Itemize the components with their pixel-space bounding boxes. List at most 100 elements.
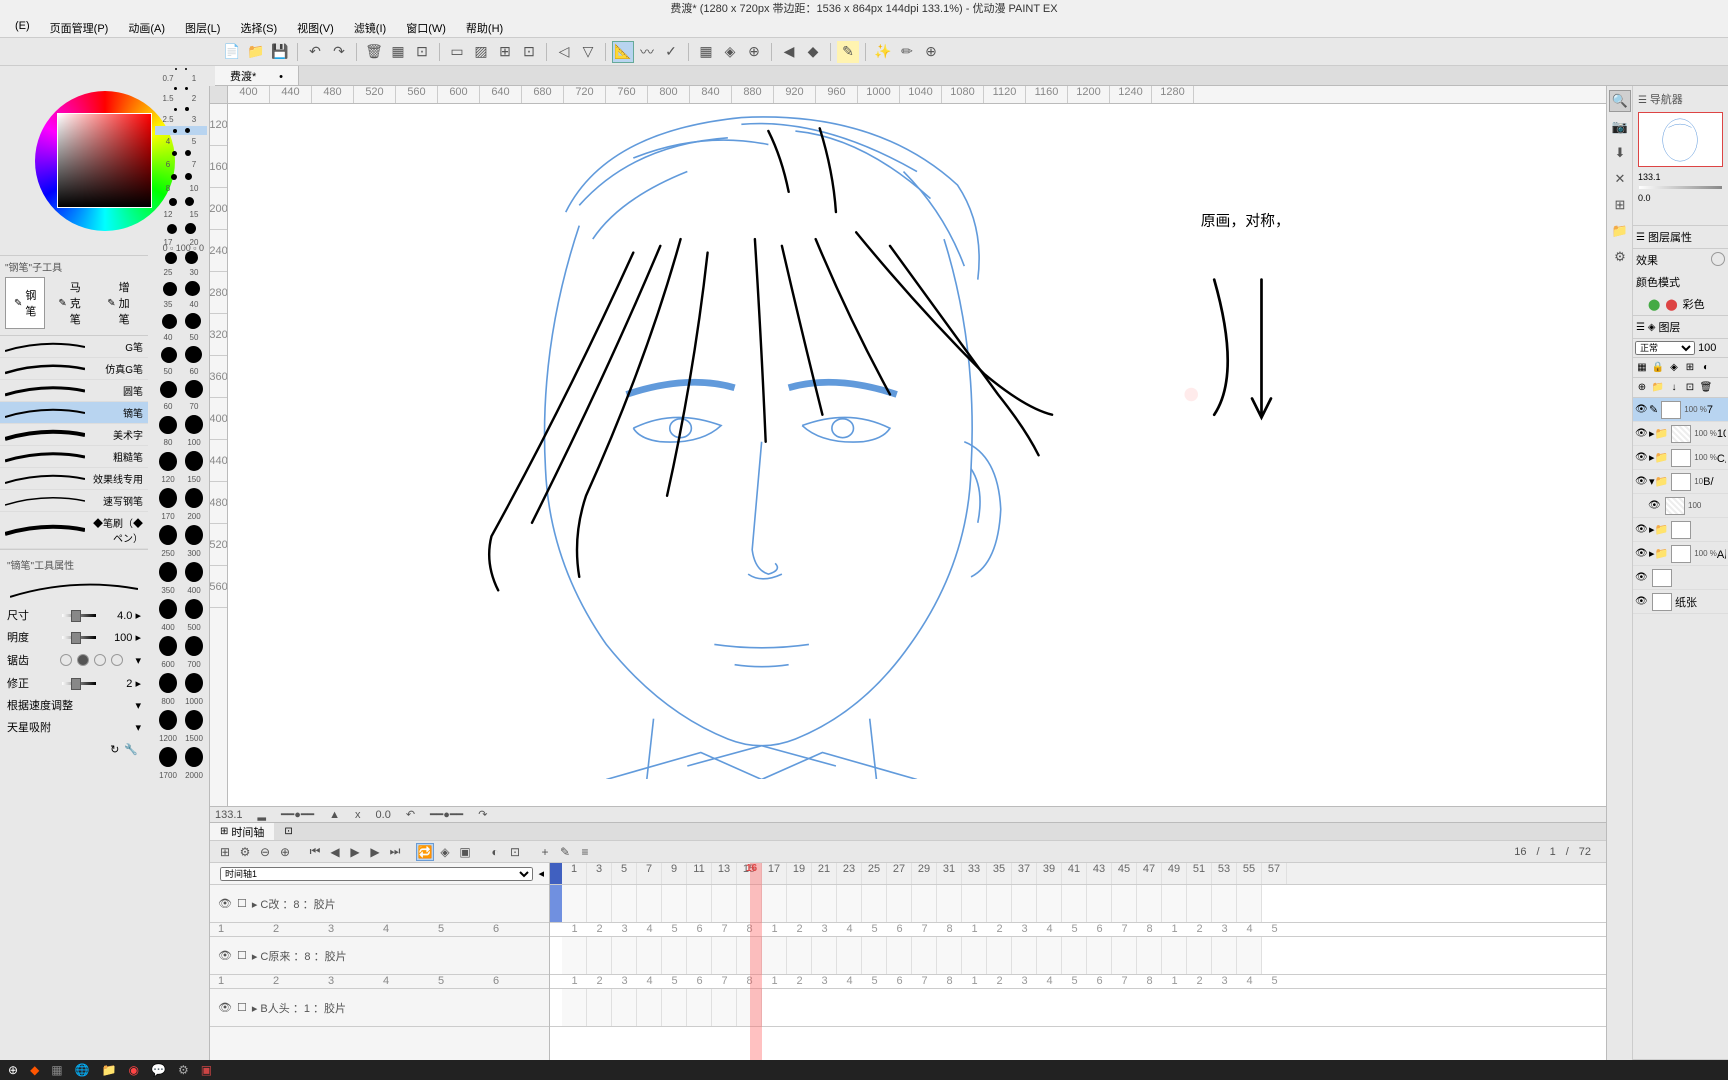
size-row[interactable] xyxy=(155,449,207,473)
brush-item[interactable]: 美术字 xyxy=(0,424,148,446)
edit-icon[interactable]: ✎ xyxy=(1649,403,1658,416)
zoom-in-icon[interactable]: ▲ xyxy=(329,809,340,821)
menu-view[interactable]: 视图(V) xyxy=(287,18,344,37)
settings-icon[interactable]: ⚙ xyxy=(1609,246,1631,268)
taskbar-app-icon[interactable]: ◉ xyxy=(129,1063,139,1077)
snap-curve-icon[interactable]: 〰 xyxy=(636,41,658,63)
pen-icon[interactable]: ✏ xyxy=(896,41,918,63)
collapse-icon[interactable]: ◂ xyxy=(538,867,544,880)
select-invert-icon[interactable]: ▨ xyxy=(470,41,492,63)
brush-item[interactable]: G笔 xyxy=(0,336,148,358)
menu-edit[interactable]: (E) xyxy=(5,18,40,37)
new-file-icon[interactable]: 📄 xyxy=(221,41,243,63)
zoom-in-icon[interactable]: ⊕ xyxy=(276,843,294,861)
blend-mode-select[interactable]: 正常 xyxy=(1635,341,1695,355)
visibility-icon[interactable]: 👁 xyxy=(1635,572,1649,583)
track-checkbox[interactable]: ☐ xyxy=(237,949,247,962)
rotate-right-icon[interactable]: ↷ xyxy=(478,808,487,821)
size-row[interactable] xyxy=(155,311,207,331)
brush-item[interactable]: 速写钢笔 xyxy=(0,490,148,512)
layer-item[interactable]: 👁 纸张 xyxy=(1633,590,1728,614)
transfer-icon[interactable]: ↓ xyxy=(1666,379,1682,395)
layer-item[interactable]: 👁 ▸📁 100 % C原来 xyxy=(1633,446,1728,470)
download-icon[interactable]: ⬇ xyxy=(1609,142,1631,164)
layer-item[interactable]: 👁 100 xyxy=(1633,494,1728,518)
layer-item[interactable]: 👁 ▸📁 100 % A原来 xyxy=(1633,542,1728,566)
onion-icon[interactable]: ◐ xyxy=(486,843,504,861)
reset-icon[interactable]: ↻ xyxy=(110,743,119,756)
frame-ruler[interactable]: 1357911131517192123252729313335373941434… xyxy=(550,863,1606,885)
select-rect-icon[interactable]: ▭ xyxy=(446,41,468,63)
close-x-icon[interactable]: ✕ xyxy=(1609,168,1631,190)
navigator-preview[interactable] xyxy=(1638,112,1723,167)
correction-slider[interactable] xyxy=(62,682,96,685)
goto-end-icon[interactable]: ⏭ xyxy=(386,843,404,861)
size-row[interactable] xyxy=(155,105,207,113)
size-row[interactable] xyxy=(155,221,207,236)
subtool-tab-marker[interactable]: ✎马克笔 xyxy=(50,277,94,329)
keyframe-icon[interactable]: ◈ xyxy=(436,843,454,861)
goto-start-icon[interactable]: ⏮ xyxy=(306,843,324,861)
lock-alpha-icon[interactable]: ▦ xyxy=(1634,359,1650,375)
opacity-value[interactable]: 100 ▸ xyxy=(101,631,141,644)
timeline-track[interactable]: 👁 ☐ ▸ C改 ：8 ：胶片 xyxy=(210,885,549,923)
visibility-icon[interactable]: 👁 xyxy=(1635,404,1649,415)
menu-window[interactable]: 窗口(W) xyxy=(396,18,456,37)
clip-icon[interactable]: ◈ xyxy=(1666,359,1682,375)
light-table-icon[interactable]: ⊡ xyxy=(506,843,524,861)
layer-item[interactable]: 👁 xyxy=(1633,566,1728,590)
size-row[interactable] xyxy=(155,634,207,658)
brush-item[interactable]: 仿真G笔 xyxy=(0,358,148,380)
size-row[interactable] xyxy=(155,708,207,732)
scale-icon[interactable]: ⊡ xyxy=(411,41,433,63)
grid-icon[interactable]: ▦ xyxy=(695,41,717,63)
fill-icon[interactable]: ▦ xyxy=(387,41,409,63)
size-row[interactable] xyxy=(155,413,207,436)
rotate-left-icon[interactable]: ↶ xyxy=(406,808,415,821)
navigator-zoom[interactable]: 133.1 xyxy=(1636,170,1725,184)
size-row[interactable] xyxy=(155,249,207,266)
rotation-slider[interactable]: ━━●━━ xyxy=(430,808,463,821)
size-row[interactable] xyxy=(155,486,207,510)
zoom-out-icon[interactable]: ⊖ xyxy=(256,843,274,861)
rotate-left-icon[interactable]: ◀ xyxy=(778,41,800,63)
visibility-icon[interactable]: 👁 xyxy=(1635,524,1649,535)
visibility-icon[interactable]: 👁 xyxy=(1635,596,1649,607)
timeline-track[interactable]: 👁 ☐ ▸ B人头 ：1 ：胶片 xyxy=(210,989,549,1027)
folder-icon[interactable]: ▸📁 xyxy=(1649,451,1668,464)
track-checkbox[interactable]: ☐ xyxy=(237,1001,247,1014)
layer-opacity[interactable]: 100 xyxy=(1698,342,1716,354)
size-row[interactable] xyxy=(155,378,207,400)
menu-icon[interactable]: ≡ xyxy=(576,843,594,861)
document-tab[interactable]: 费渡* • xyxy=(215,66,299,85)
size-row[interactable] xyxy=(155,671,207,695)
rotation-value[interactable]: 0.0 xyxy=(376,809,391,821)
material-icon[interactable]: 📷 xyxy=(1609,116,1631,138)
snap-line-icon[interactable]: 📐 xyxy=(612,41,634,63)
wand-icon[interactable]: ✨ xyxy=(872,41,894,63)
navigator-rotation[interactable]: 0.0 xyxy=(1636,191,1725,205)
size-row[interactable] xyxy=(155,148,207,158)
brush-item[interactable]: ◆笔刷（◆ペン） xyxy=(0,512,148,549)
taskbar-app-icon[interactable]: 📁 xyxy=(102,1063,117,1077)
merge-icon[interactable]: ⊡ xyxy=(1682,379,1698,395)
visibility-icon[interactable]: 👁 xyxy=(1635,452,1649,463)
erase-icon[interactable]: ◆ xyxy=(802,41,824,63)
zoom-out-icon[interactable]: ▂ xyxy=(258,808,266,821)
edit-cel-icon[interactable]: ✎ xyxy=(556,843,574,861)
timeline-frames[interactable]: 16 1357911131517192123252729313335373941… xyxy=(550,863,1606,1060)
next-frame-icon[interactable]: ▶ xyxy=(366,843,384,861)
add-cel-icon[interactable]: + xyxy=(536,843,554,861)
timeline-select[interactable]: 时间轴1 xyxy=(220,867,533,881)
layer-item[interactable]: 👁 ▾📁 10 B/ xyxy=(1633,470,1728,494)
menu-select[interactable]: 选择(S) xyxy=(230,18,287,37)
menu-animation[interactable]: 动画(A) xyxy=(118,18,175,37)
loop-icon[interactable]: 🔁 xyxy=(416,843,434,861)
transform-icon[interactable]: ⊕ xyxy=(920,41,942,63)
brush-item[interactable]: 效果线专用 xyxy=(0,468,148,490)
size-row[interactable] xyxy=(155,745,207,769)
zoom-value[interactable]: 133.1 xyxy=(215,809,243,821)
aa-option-selected[interactable] xyxy=(77,654,89,666)
visibility-icon[interactable]: 👁 xyxy=(1635,548,1649,559)
lock-icon[interactable]: 🔒 xyxy=(1650,359,1666,375)
